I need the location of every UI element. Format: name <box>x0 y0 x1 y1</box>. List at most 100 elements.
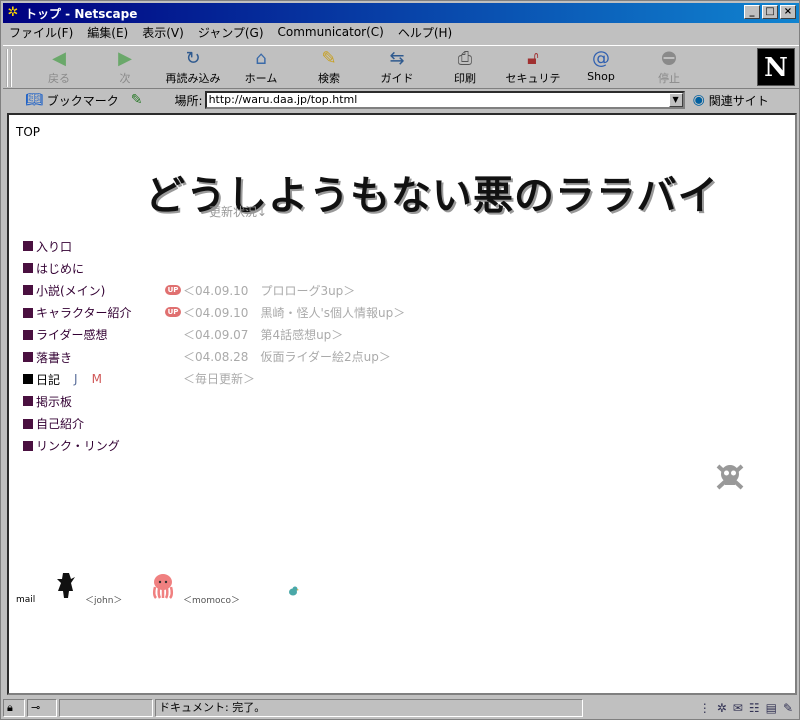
news-item: ＜04.09.07 第4話感想up＞ <box>183 327 344 342</box>
minimize-button[interactable]: _ <box>744 5 760 19</box>
stop-button[interactable]: ⛔︎ 停止 <box>637 48 701 88</box>
reload-button[interactable]: ↻ 再読み込み <box>161 48 225 88</box>
security-lock-icon[interactable]: 🔒︎ <box>3 699 25 717</box>
bullet-square-icon <box>23 418 33 429</box>
footer-strip: mail ＜john＞ ＜momoco＞ <box>9 571 795 606</box>
bullet-square-icon <box>23 241 33 252</box>
nav-item-characters[interactable]: キャラクター紹介 <box>23 302 132 324</box>
reload-icon: ↻ <box>185 48 201 69</box>
nav-item-doodles[interactable]: 落書き <box>23 346 132 368</box>
up-badge-icon: UP <box>165 285 181 296</box>
site-nav-menu: 入り口 はじめに 小説(メイン) キャラクター紹介 ライダー感想 落書き 日記 J… <box>23 235 132 457</box>
menu-communicator[interactable]: Communicator(C) <box>278 25 384 39</box>
search-icon: ✎ <box>321 48 337 69</box>
navigator-icon[interactable]: ✲ <box>717 701 727 715</box>
online-status-icon[interactable]: ⊸ <box>27 699 57 717</box>
url-text: http://waru.daa.jp/top.html <box>208 93 358 106</box>
bullet-square-icon <box>23 396 33 407</box>
composer-icon[interactable]: ✎ <box>783 701 793 715</box>
stop-icon: ⛔︎ <box>661 48 677 69</box>
news-item: ＜毎日更新＞ <box>183 372 256 387</box>
update-news-list: UP ＜04.09.10 プロローグ3up＞ UP ＜04.09.10 黒崎・怪人'… <box>165 279 405 390</box>
component-bar-grip-icon[interactable]: ⋮ <box>699 701 711 715</box>
menu-go[interactable]: ジャンプ(G) <box>198 24 264 41</box>
related-sites-icon: ◉ <box>692 92 705 108</box>
nav-item-novel[interactable]: 小説(メイン) <box>23 279 132 301</box>
menu-file[interactable]: ファイル(F) <box>9 24 73 41</box>
nav-item-bbs[interactable]: 掲示板 <box>23 390 132 412</box>
diary-m-link[interactable]: M <box>92 372 102 386</box>
bullet-square-icon <box>23 329 33 340</box>
update-status-label: 更新状況↓ <box>209 205 268 219</box>
bullet-square-icon <box>23 374 33 385</box>
home-icon: ⌂ <box>255 48 267 69</box>
shopping-bag-icon: @ <box>592 48 610 69</box>
bullet-square-icon <box>23 307 33 318</box>
nav-item-entrance[interactable]: 入り口 <box>23 235 132 257</box>
bullet-square-icon <box>23 440 33 451</box>
shop-button[interactable]: @ Shop <box>569 48 633 88</box>
netscape-logo[interactable]: N <box>757 48 795 86</box>
bullet-square-icon <box>23 263 33 274</box>
nav-item-links[interactable]: リンク・リング <box>23 435 132 457</box>
menu-bar: ファイル(F) 編集(E) 表示(V) ジャンプ(G) Communicator… <box>3 23 799 41</box>
address-book-icon[interactable]: ▤ <box>766 701 777 715</box>
url-dropdown-button[interactable]: ▼ <box>668 93 683 107</box>
nav-item-intro[interactable]: はじめに <box>23 257 132 279</box>
top-label: TOP <box>16 125 41 139</box>
title-bar: ✲ トップ - Netscape _ □ × <box>3 3 799 23</box>
page-viewport[interactable]: TOP どうしようもない悪のララバイ 更新状況↓ 入り口 はじめに 小説(メイン… <box>7 113 797 695</box>
news-item: UP ＜04.09.10 プロローグ3up＞ <box>165 279 405 301</box>
john-link[interactable]: ＜john＞ <box>85 593 122 606</box>
menu-edit[interactable]: 編集(E) <box>87 24 128 41</box>
toolbar-grip[interactable] <box>6 49 12 87</box>
page-proxy-icon[interactable]: ✎ <box>131 92 143 108</box>
bookmark-icon: 📖︎ <box>25 92 43 108</box>
progress-bar <box>59 699 153 717</box>
bullet-square-icon <box>23 285 33 296</box>
news-item: ＜04.08.28 仮面ライダー絵2点up＞ <box>183 350 391 365</box>
octopus-character-icon[interactable] <box>151 573 175 599</box>
lock-icon: 🔓︎ <box>527 48 539 69</box>
momoco-link[interactable]: ＜momoco＞ <box>183 593 240 606</box>
url-field[interactable]: http://waru.daa.jp/top.html ▼ <box>204 91 685 109</box>
nav-item-profile[interactable]: 自己紹介 <box>23 413 132 435</box>
bird-icon[interactable] <box>287 585 299 597</box>
close-button[interactable]: × <box>780 5 796 19</box>
nav-item-diary: 日記 J M <box>23 368 132 390</box>
netscape-app-icon: ✲ <box>7 5 19 20</box>
security-button[interactable]: 🔓︎ セキュリティ <box>501 48 565 101</box>
menu-help[interactable]: ヘルプ(H) <box>398 24 452 41</box>
guide-icon: ⇆ <box>389 48 405 69</box>
skull-crossbones-icon[interactable] <box>715 461 745 491</box>
print-button[interactable]: ⎙ 印刷 <box>433 48 497 88</box>
browser-window: ✲ トップ - Netscape _ □ × ファイル(F) 編集(E) 表示(… <box>0 0 800 720</box>
newsgroups-icon[interactable]: ☷ <box>749 701 760 715</box>
bookmarks-button[interactable]: 📖︎ ブックマーク <box>25 92 119 109</box>
mail-link[interactable]: mail <box>16 595 35 605</box>
news-item: UP ＜04.09.10 黒崎・怪人's個人情報up＞ <box>165 301 405 323</box>
status-bar: 🔒︎ ⊸ ドキュメント: 完了。 ⋮ ✲ ✉ ☷ ▤ ✎ <box>3 698 799 718</box>
back-button[interactable]: ◀ 戻る <box>27 48 91 88</box>
related-sites-button[interactable]: ◉ 関連サイト <box>693 92 769 109</box>
up-badge-icon: UP <box>165 307 181 318</box>
window-title: トップ - Netscape <box>25 6 138 21</box>
printer-icon: ⎙ <box>457 48 473 69</box>
ninja-character-icon[interactable] <box>55 571 77 599</box>
status-text: ドキュメント: 完了。 <box>155 699 583 717</box>
forward-arrow-icon: ▶ <box>118 48 132 69</box>
location-toolbar: 📖︎ ブックマーク ✎ 場所: http://waru.daa.jp/top.h… <box>3 89 799 111</box>
forward-button[interactable]: ▶ 次 <box>93 48 157 88</box>
menu-view[interactable]: 表示(V) <box>142 24 184 41</box>
back-arrow-icon: ◀ <box>52 48 66 69</box>
location-label: 場所: <box>174 93 203 108</box>
navigation-toolbar: ◀ 戻る ▶ 次 ↻ 再読み込み ⌂ ホーム ✎ 検索 ⇆ ガイド ⎙ 印刷 🔓… <box>3 45 799 101</box>
bullet-square-icon <box>23 352 33 363</box>
mail-icon[interactable]: ✉ <box>733 701 743 715</box>
home-button[interactable]: ⌂ ホーム <box>229 48 293 88</box>
search-button[interactable]: ✎ 検索 <box>297 48 361 88</box>
guide-button[interactable]: ⇆ ガイド <box>365 48 429 88</box>
diary-j-link[interactable]: J <box>74 372 78 386</box>
nav-item-rider-review[interactable]: ライダー感想 <box>23 324 132 346</box>
maximize-button[interactable]: □ <box>762 5 778 19</box>
